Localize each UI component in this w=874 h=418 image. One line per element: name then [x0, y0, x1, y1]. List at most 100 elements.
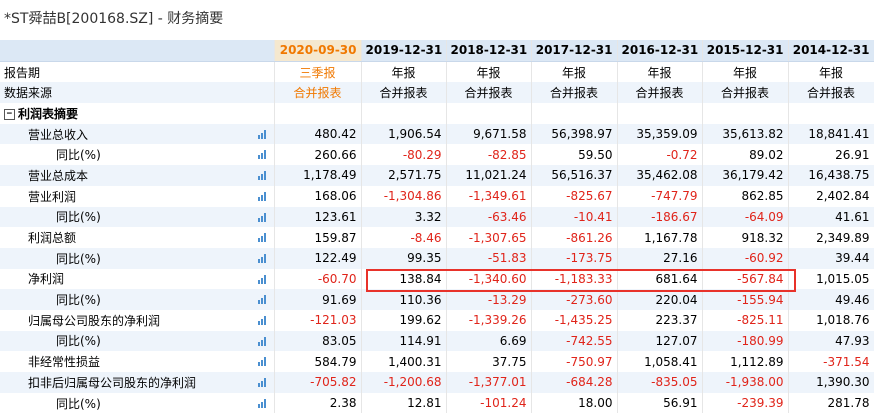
- bar-chart-icon[interactable]: [257, 377, 268, 387]
- row-label-text: 同比(%): [56, 396, 101, 411]
- row-label: 归属母公司股东的净利润: [0, 309, 275, 331]
- page-title: *ST舜喆B[200168.SZ] - 财务摘要: [4, 11, 224, 27]
- table-cell: 56.91: [617, 392, 703, 414]
- section-blank: [274, 103, 362, 124]
- bar-chart-icon[interactable]: [257, 232, 268, 243]
- row-label-text: 营业利润: [28, 189, 77, 204]
- table-cell: 49.46: [788, 289, 874, 310]
- table-cell: -1,307.65: [446, 227, 532, 248]
- report-period-value: 年报: [702, 61, 789, 83]
- table-cell: -101.24: [446, 392, 532, 414]
- column-date-header[interactable]: 2020-09-30: [274, 40, 362, 62]
- data-source-value: 合并报表: [788, 82, 874, 104]
- data-source-value: 合并报表: [361, 82, 447, 104]
- table-cell: -747.79: [617, 185, 703, 207]
- row-label: 利润总额: [0, 227, 275, 248]
- report-period-label: 报告期: [0, 61, 275, 83]
- table-cell: 99.35: [361, 247, 447, 269]
- bar-chart-icon[interactable]: [257, 336, 268, 346]
- row-label: 净利润: [0, 268, 275, 290]
- bar-chart-icon[interactable]: [257, 294, 268, 305]
- bar-chart-icon[interactable]: [257, 253, 268, 263]
- table-cell: 114.91: [361, 330, 447, 352]
- section-blank: [788, 103, 874, 124]
- table-cell: -1,938.00: [702, 372, 789, 393]
- table-cell: -1,349.61: [446, 185, 532, 207]
- column-date-header[interactable]: 2015-12-31: [702, 40, 789, 62]
- table-cell: -8.46: [361, 227, 447, 248]
- column-date-header[interactable]: 2017-12-31: [531, 40, 618, 62]
- bar-chart-icon[interactable]: [257, 191, 268, 201]
- table-cell: 1,018.76: [788, 309, 874, 331]
- table-cell: 56,516.37: [531, 165, 618, 186]
- table-cell: 127.07: [617, 330, 703, 352]
- column-date-header[interactable]: 2014-12-31: [788, 40, 874, 62]
- table-cell: -825.67: [531, 185, 618, 207]
- table-cell: -750.97: [531, 351, 618, 372]
- report-period-value: 年报: [446, 61, 532, 83]
- table-cell: -51.83: [446, 247, 532, 269]
- table-cell: 39.44: [788, 247, 874, 269]
- bar-chart-icon[interactable]: [257, 274, 268, 284]
- table-cell: 1,178.49: [274, 165, 362, 186]
- column-date-header[interactable]: 2018-12-31: [446, 40, 532, 62]
- table-cell: 59.50: [531, 144, 618, 166]
- table-row: 利润总额 159.87 -8.46 -1,307.65 -861.26 1,167.78 9…: [0, 227, 874, 248]
- header-blank: [0, 40, 275, 62]
- row-label: 同比(%): [0, 330, 275, 352]
- row-label: 同比(%): [0, 144, 275, 166]
- bar-chart-icon[interactable]: [257, 170, 268, 181]
- row-label: 同比(%): [0, 247, 275, 269]
- table-cell: 1,390.30: [788, 372, 874, 393]
- table-cell: 9,671.58: [446, 123, 532, 145]
- bar-chart-icon[interactable]: [257, 149, 268, 160]
- table-cell: 281.78: [788, 392, 874, 414]
- table-cell: 35,462.08: [617, 165, 703, 186]
- table-cell: -121.03: [274, 309, 362, 331]
- row-label-text: 非经常性损益: [28, 355, 101, 370]
- table-cell: -1,304.86: [361, 185, 447, 207]
- row-label: 营业利润: [0, 185, 275, 207]
- column-date-header[interactable]: 2019-12-31: [361, 40, 447, 62]
- data-source-value: 合并报表: [274, 82, 362, 104]
- collapse-toggle-icon[interactable]: −: [4, 108, 15, 120]
- row-label: 同比(%): [0, 289, 275, 310]
- data-source-row: 数据来源 合并报表 合并报表 合并报表 合并报表 合并报表 合并报表 合并报表: [0, 82, 874, 104]
- row-label-text: 利润总额: [28, 231, 77, 246]
- bar-chart-icon[interactable]: [257, 315, 268, 325]
- table-cell: 220.04: [617, 289, 703, 310]
- report-period-row: 报告期 三季报 年报 年报 年报 年报 年报 年报: [0, 61, 874, 83]
- row-label: 同比(%): [0, 392, 275, 414]
- table-cell: 2,349.89: [788, 227, 874, 248]
- table-cell: 123.61: [274, 206, 362, 228]
- table-cell: 18,841.41: [788, 123, 874, 145]
- table-cell: -835.05: [617, 372, 703, 393]
- table-cell: 159.87: [274, 227, 362, 248]
- table-cell: -10.41: [531, 206, 618, 228]
- table-cell: -371.54: [788, 351, 874, 372]
- section-header[interactable]: − 利润表摘要: [0, 103, 275, 124]
- row-label-text: 同比(%): [56, 334, 101, 349]
- table-cell: -13.29: [446, 289, 532, 310]
- bar-chart-icon[interactable]: [257, 212, 268, 222]
- report-period-value: 年报: [361, 61, 447, 83]
- data-source-value: 合并报表: [702, 82, 789, 104]
- table-row: 扣非后归属母公司股东的净利润 -705.82 -1,200.68 -1,377.01-…: [0, 372, 874, 393]
- data-source-value: 合并报表: [531, 82, 618, 104]
- report-period-value: 三季报: [274, 61, 362, 83]
- table-cell: 918.32: [702, 227, 789, 248]
- table-cell: -1,200.68: [361, 372, 447, 393]
- table-cell: 89.02: [702, 144, 789, 166]
- table-row: 净利润 -60.70 138.84 -1,340.60 -1,183.33 681.64-…: [0, 268, 874, 290]
- table-cell: 862.85: [702, 185, 789, 207]
- row-label-text: 同比(%): [56, 148, 101, 163]
- bar-chart-icon[interactable]: [257, 129, 268, 139]
- row-label: 营业总收入: [0, 123, 275, 145]
- bar-chart-icon[interactable]: [257, 398, 268, 408]
- table-row: 营业总成本 1,178.49 2,571.75 11,021.24 56,516.37 3…: [0, 165, 874, 186]
- table-cell: -239.39: [702, 392, 789, 414]
- table-cell: 1,906.54: [361, 123, 447, 145]
- column-date-header[interactable]: 2016-12-31: [617, 40, 703, 62]
- table-cell: -1,377.01: [446, 372, 532, 393]
- bar-chart-icon[interactable]: [257, 356, 268, 367]
